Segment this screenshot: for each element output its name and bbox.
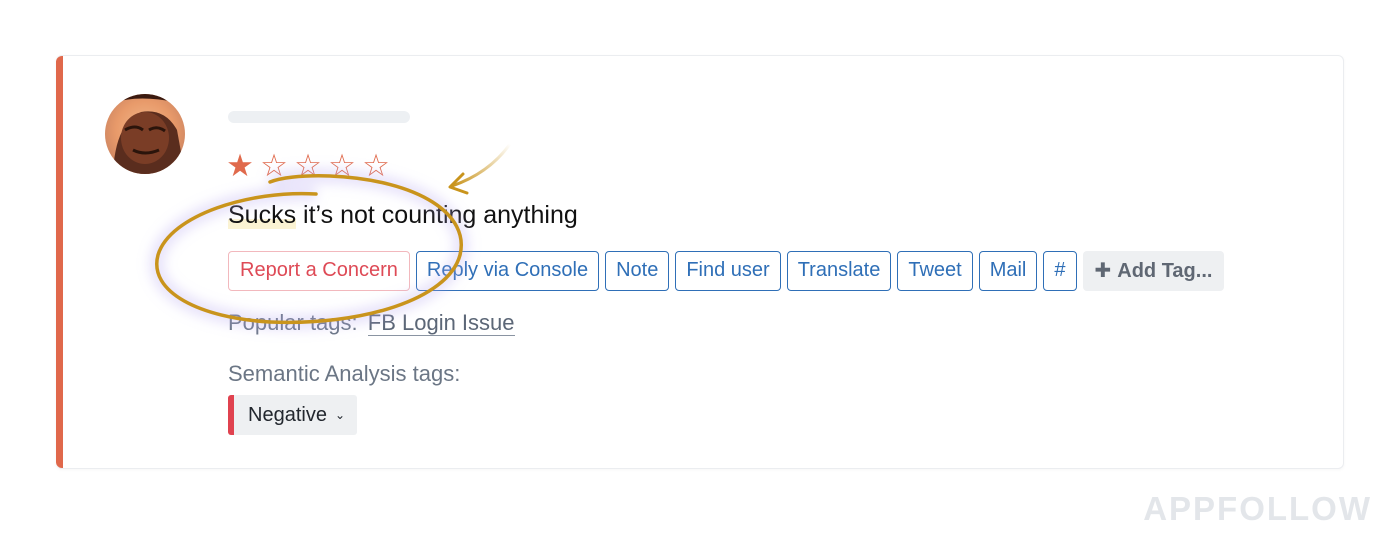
semantic-analysis-label: Semantic Analysis tags: [228, 361, 461, 386]
review-accent-bar [56, 56, 63, 468]
watermark-logo: APPFOLLOW [1143, 490, 1372, 527]
sentiment-value: Negative [248, 403, 327, 426]
review-text: Sucks it’s not counting anything [228, 198, 578, 232]
star-rating: ★ ☆ ☆ ☆ ☆ [224, 146, 392, 186]
add-tag-button[interactable]: ✚ Add Tag... [1082, 251, 1225, 291]
page: ★ ☆ ☆ ☆ ☆ Sucks it’s not counting anything R… [0, 0, 1400, 551]
plus-icon: ✚ [1094, 260, 1112, 282]
mail-button[interactable]: Mail [978, 251, 1038, 291]
star-empty-icon: ☆ [362, 148, 390, 184]
sentiment-dropdown[interactable]: Negative ⌄ [228, 395, 357, 435]
note-button[interactable]: Note [605, 251, 670, 291]
popular-tag-link[interactable]: FB Login Issue [367, 310, 515, 336]
avatar [105, 94, 185, 174]
report-concern-button[interactable]: Report a Concern [228, 251, 410, 291]
avatar-image [105, 94, 185, 174]
reply-via-console-button[interactable]: Reply via Console [415, 251, 600, 291]
star-empty-icon: ☆ [328, 148, 356, 184]
star-empty-icon: ☆ [260, 148, 288, 184]
tweet-button[interactable]: Tweet [897, 251, 973, 291]
author-name-placeholder [228, 111, 410, 123]
star-empty-icon: ☆ [294, 148, 322, 184]
review-text-rest: it’s not counting anything [296, 201, 578, 229]
find-user-button[interactable]: Find user [675, 251, 781, 291]
review-card: ★ ☆ ☆ ☆ ☆ Sucks it’s not counting anything R… [56, 55, 1344, 469]
translate-button[interactable]: Translate [786, 251, 892, 291]
star-filled-icon: ★ [226, 148, 254, 184]
action-buttons: Report a Concern Reply via Console Note Fin… [228, 251, 1225, 291]
hashtag-button[interactable]: # [1043, 251, 1077, 291]
chevron-down-icon: ⌄ [334, 408, 345, 422]
add-tag-label: Add Tag... [1117, 260, 1213, 282]
popular-tags-label: Popular tags: [228, 310, 358, 335]
review-text-highlight: Sucks [228, 201, 297, 229]
popular-tags: Popular tags: FB Login Issue [228, 308, 515, 338]
